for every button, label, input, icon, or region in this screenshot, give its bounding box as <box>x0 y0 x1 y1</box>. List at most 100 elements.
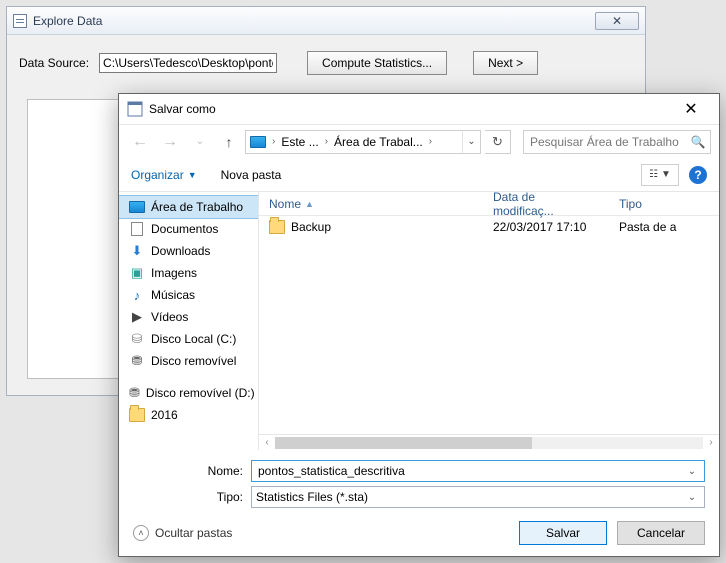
doc-icon <box>129 221 145 237</box>
data-source-label: Data Source: <box>19 56 89 70</box>
tree-item-label: Downloads <box>151 244 210 258</box>
chevron-down-icon: ▼ <box>188 170 197 180</box>
next-button[interactable]: Next > <box>473 51 538 75</box>
explore-title: Explore Data <box>33 14 102 28</box>
item-date: 22/03/2017 17:10 <box>483 220 609 234</box>
organize-button[interactable]: Organizar▼ <box>131 168 197 182</box>
view-icon: ☷ <box>649 169 658 180</box>
tree-item-label: 2016 <box>151 408 178 422</box>
chevron-up-icon: ˄ <box>133 525 149 541</box>
scroll-thumb[interactable] <box>275 437 532 449</box>
folder-icon <box>129 407 145 423</box>
column-date[interactable]: Data de modificaç... <box>483 190 609 218</box>
tree-item-label: Vídeos <box>151 310 188 324</box>
nav-back-button[interactable]: ← <box>127 129 153 155</box>
compute-statistics-button[interactable]: Compute Statistics... <box>307 51 447 75</box>
file-list-pane: Nome▲ Data de modificaç... Tipo Backup 22… <box>259 192 719 450</box>
app-icon <box>13 14 27 28</box>
dialog-titlebar: Salvar como ✕ <box>119 94 719 124</box>
dialog-close-button[interactable]: ✕ <box>671 96 711 122</box>
close-icon: ✕ <box>684 99 697 119</box>
chevron-down-icon[interactable]: ⌄ <box>684 492 700 503</box>
filetype-value: Statistics Files (*.sta) <box>256 490 368 504</box>
tree-item[interactable]: ▶ Vídeos <box>119 306 258 328</box>
explore-titlebar: Explore Data ✕ <box>7 7 645 35</box>
tree-item-label: Disco Local (C:) <box>151 332 236 346</box>
tree-item-label: Imagens <box>151 266 197 280</box>
tree-item[interactable]: ⬇ Downloads <box>119 240 258 262</box>
folder-icon <box>269 220 285 234</box>
tree-item-label: Disco removível <box>151 354 236 368</box>
tree-item[interactable]: ▣ Imagens <box>119 262 258 284</box>
breadcrumb-segment[interactable]: Área de Trabal... <box>330 135 427 149</box>
filename-text[interactable] <box>256 463 684 479</box>
monitor-icon <box>129 199 145 215</box>
address-bar[interactable]: › Este ... › Área de Trabal... › ⌄ <box>245 130 481 154</box>
search-icon: 🔍 <box>686 135 710 149</box>
video-icon: ▶ <box>129 309 145 325</box>
music-icon: ♪ <box>129 287 145 303</box>
list-item[interactable]: Backup 22/03/2017 17:10Pasta de a <box>259 216 719 238</box>
down-icon: ⬇ <box>129 243 145 259</box>
hide-folders-toggle[interactable]: ˄ Ocultar pastas <box>133 525 232 541</box>
tree-item[interactable]: ⛃ Disco removível <box>119 350 258 372</box>
nav-forward-button[interactable]: → <box>157 129 183 155</box>
tree-item-label: Músicas <box>151 288 195 302</box>
scroll-left-icon[interactable]: ‹ <box>259 437 275 448</box>
view-mode-button[interactable]: ☷▼ <box>641 164 679 186</box>
monitor-icon <box>250 136 266 148</box>
filename-input[interactable]: ⌄ <box>251 460 705 482</box>
save-as-dialog: Salvar como ✕ ← → ⌄ ↑ › Este ... › Área … <box>118 93 720 557</box>
nav-recent-dropdown[interactable]: ⌄ <box>187 129 213 155</box>
scroll-right-icon[interactable]: › <box>703 437 719 448</box>
filename-label: Nome: <box>199 464 243 478</box>
dialog-footer: ˄ Ocultar pastas Salvar Cancelar <box>119 510 719 556</box>
tree-item[interactable]: ⛁ Disco Local (C:) <box>119 328 258 350</box>
tree-item-label: Documentos <box>151 222 218 236</box>
column-name[interactable]: Nome▲ <box>259 197 483 211</box>
chevron-right-icon: › <box>323 136 330 147</box>
usb-icon: ⛃ <box>129 385 140 401</box>
tree-item-label: Disco removível (D:) <box>146 386 255 400</box>
list-header: Nome▲ Data de modificaç... Tipo <box>259 192 719 216</box>
scroll-track[interactable] <box>275 437 703 449</box>
tree-item[interactable]: ♪ Músicas <box>119 284 258 306</box>
img-icon: ▣ <box>129 265 145 281</box>
dialog-title: Salvar como <box>149 102 216 116</box>
chevron-right-icon: › <box>270 136 277 147</box>
explore-close-button[interactable]: ✕ <box>595 12 639 30</box>
horizontal-scrollbar[interactable]: ‹ › <box>259 434 719 450</box>
data-source-input[interactable] <box>99 53 277 73</box>
filetype-select[interactable]: Statistics Files (*.sta) ⌄ <box>251 486 705 508</box>
new-folder-button[interactable]: Nova pasta <box>221 168 282 182</box>
save-button[interactable]: Salvar <box>519 521 607 545</box>
search-input[interactable]: Pesquisar Área de Trabalho 🔍 <box>523 130 711 154</box>
dialog-nav-bar: ← → ⌄ ↑ › Este ... › Área de Trabal... ›… <box>119 124 719 158</box>
item-name: Backup <box>291 220 331 234</box>
sort-indicator-icon: ▲ <box>305 199 314 209</box>
chevron-down-icon: ▼ <box>661 169 671 180</box>
help-button[interactable]: ? <box>689 166 707 184</box>
close-icon: ✕ <box>612 14 622 28</box>
tree-item[interactable]: ⛃ Disco removível (D:) <box>119 382 258 404</box>
cancel-button[interactable]: Cancelar <box>617 521 705 545</box>
tree-item[interactable]: 2016 <box>119 404 258 426</box>
filetype-label: Tipo: <box>199 490 243 504</box>
nav-up-button[interactable]: ↑ <box>217 130 241 154</box>
drive-icon: ⛁ <box>129 331 145 347</box>
dialog-icon <box>127 101 143 117</box>
chevron-right-icon: › <box>427 136 434 147</box>
dialog-toolbar: Organizar▼ Nova pasta ☷▼ ? <box>119 158 719 192</box>
chevron-down-icon[interactable]: ⌄ <box>684 466 700 477</box>
tree-item[interactable]: Documentos <box>119 218 258 240</box>
breadcrumb-segment[interactable]: Este ... <box>277 135 322 149</box>
tree-item[interactable]: Área de Trabalho <box>119 196 258 218</box>
item-type: Pasta de a <box>609 220 719 234</box>
column-type[interactable]: Tipo <box>609 197 719 211</box>
folder-tree[interactable]: Área de Trabalho Documentos ⬇ Downloads ▣ Ima… <box>119 192 259 450</box>
refresh-button[interactable]: ↻ <box>485 130 511 154</box>
tree-item-label: Área de Trabalho <box>151 200 243 214</box>
address-dropdown[interactable]: ⌄ <box>462 131 480 153</box>
usb-icon: ⛃ <box>129 353 145 369</box>
search-placeholder: Pesquisar Área de Trabalho <box>524 135 686 149</box>
